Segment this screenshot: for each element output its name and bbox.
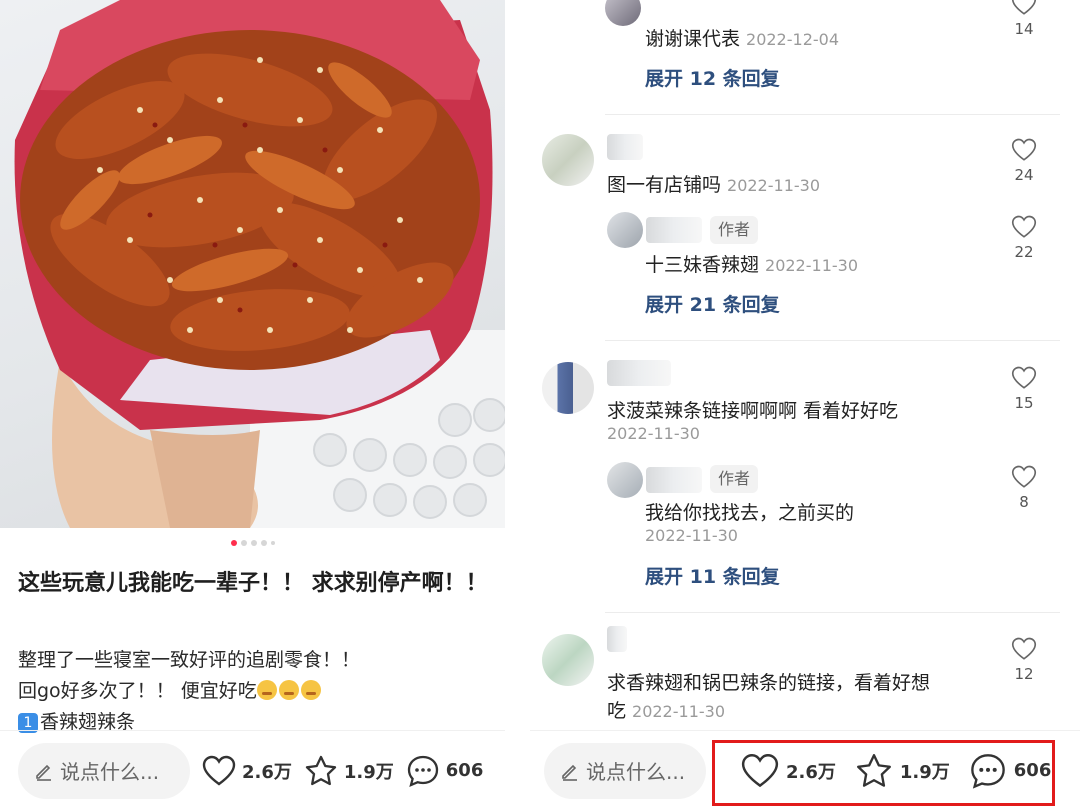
heart-icon xyxy=(202,755,236,785)
pencil-icon xyxy=(36,764,51,781)
comment-like-button[interactable]: 14 xyxy=(1004,0,1044,38)
comment-count: 606 xyxy=(445,760,484,781)
heart-icon xyxy=(1011,138,1037,161)
comment-input-placeholder: 说点什么... xyxy=(60,760,160,784)
pager-dot xyxy=(260,540,267,546)
screen: 这些玩意儿我能吃一辈子！！ 求求别停产啊！！ 整理了一些寝室一致好评的追剧零食！… xyxy=(0,0,1080,810)
expand-replies-link[interactable]: 展开 12 条回复 xyxy=(645,64,780,91)
post-body-line-1: 整理了一些寝室一致好评的追剧零食！！ xyxy=(18,649,361,671)
image-pager-dots xyxy=(0,540,505,546)
expand-replies-link[interactable]: 展开 21 条回复 xyxy=(645,290,780,317)
comment-count: 606 xyxy=(1013,760,1052,781)
like-button[interactable]: 2.6万 xyxy=(202,755,292,787)
pager-dot-active xyxy=(230,540,237,546)
drool-emoji-icon xyxy=(256,680,277,700)
pager-dot xyxy=(240,540,247,546)
username-blurred xyxy=(607,360,671,386)
heart-icon xyxy=(1011,215,1037,238)
post-image[interactable] xyxy=(0,0,505,528)
heart-icon xyxy=(1011,465,1037,488)
comment-divider xyxy=(605,612,1060,613)
comment-text-line-2: 吃 2022-11-30 xyxy=(607,700,725,722)
heart-icon xyxy=(1011,637,1037,660)
author-tag: 作者 xyxy=(710,465,759,493)
avatar[interactable] xyxy=(605,0,641,26)
comment-text: 图一有店铺吗 2022-11-30 xyxy=(607,174,820,196)
comment-divider xyxy=(605,114,1060,115)
heart-icon xyxy=(741,753,779,787)
pager-dot xyxy=(250,540,257,546)
reply-text: 谢谢课代表 2022-12-04 xyxy=(645,28,839,50)
post-pane: 这些玩意儿我能吃一辈子！！ 求求别停产啊！！ 整理了一些寝室一致好评的追剧零食！… xyxy=(0,0,505,810)
collect-count: 1.9万 xyxy=(899,761,950,783)
avatar[interactable] xyxy=(542,634,594,686)
reply-date: 2022-11-30 xyxy=(645,526,738,545)
comments-action-bar: 说点什么... 2.6万 1.9万 606 xyxy=(530,730,1080,810)
like-button[interactable]: 2.6万 xyxy=(740,753,836,789)
drool-emoji-icon xyxy=(300,680,321,700)
heart-icon xyxy=(1011,366,1037,389)
comment-button[interactable]: 606 xyxy=(406,754,484,788)
username-blurred xyxy=(607,134,643,160)
collect-count: 1.9万 xyxy=(343,761,394,783)
post-title: 这些玩意儿我能吃一辈子！！ 求求别停产啊！！ xyxy=(18,571,488,596)
collect-button[interactable]: 1.9万 xyxy=(854,753,950,789)
comment-divider xyxy=(605,340,1060,341)
collect-button[interactable]: 1.9万 xyxy=(304,755,394,787)
star-icon xyxy=(305,755,337,785)
comment-like-button[interactable]: 12 xyxy=(1004,637,1044,683)
heart-icon xyxy=(1011,0,1037,15)
like-count: 2.6万 xyxy=(242,761,292,783)
post-action-bar: 说点什么... 2.6万 1.9万 606 xyxy=(0,730,505,810)
username-blurred xyxy=(646,217,702,243)
comment-like-button[interactable]: 8 xyxy=(1004,465,1044,511)
comment-text: 求菠菜辣条链接啊啊啊 看着好好吃 xyxy=(607,400,899,422)
expand-replies-link[interactable]: 展开 11 条回复 xyxy=(645,562,780,589)
comment-like-button[interactable]: 22 xyxy=(1004,215,1044,261)
avatar[interactable] xyxy=(542,134,594,186)
reply-text: 我给你找找去，之前买的 xyxy=(645,502,855,524)
username-blurred xyxy=(646,467,702,493)
avatar[interactable] xyxy=(607,462,643,498)
avatar[interactable] xyxy=(607,212,643,248)
comment-input[interactable]: 说点什么... xyxy=(18,742,190,799)
comment-input[interactable]: 说点什么... xyxy=(544,742,706,799)
author-tag: 作者 xyxy=(710,216,759,244)
comment-input-placeholder: 说点什么... xyxy=(586,760,686,784)
drool-emoji-icon xyxy=(278,680,299,700)
like-count: 2.6万 xyxy=(786,761,836,783)
star-icon xyxy=(856,753,891,787)
username-blurred xyxy=(607,626,627,652)
post-body: 整理了一些寝室一致好评的追剧零食！！ 回go好多次了！！ 便宜好吃 1 香辣翅辣条 xyxy=(18,645,488,738)
comment-text: 求香辣翅和锅巴辣条的链接，看着好想 xyxy=(607,672,931,694)
comment-date: 2022-11-30 xyxy=(607,424,700,443)
avatar[interactable] xyxy=(542,362,594,414)
post-body-line-2: 回go好多次了！！ 便宜好吃 xyxy=(18,676,488,707)
comments-pane: 谢谢课代表 2022-12-04 14 展开 12 条回复 图一有店铺吗 2022-… xyxy=(530,0,1080,730)
comment-bubble-icon xyxy=(407,755,438,787)
comment-like-button[interactable]: 24 xyxy=(1004,138,1044,184)
snack-photo xyxy=(14,0,505,528)
comment-button[interactable]: 606 xyxy=(968,752,1052,790)
pager-dot xyxy=(270,541,275,545)
pencil-icon xyxy=(562,764,577,781)
reply-text: 十三妹香辣翅 2022-11-30 xyxy=(645,254,858,276)
comment-bubble-icon xyxy=(970,753,1005,789)
comment-like-button[interactable]: 15 xyxy=(1004,366,1044,412)
